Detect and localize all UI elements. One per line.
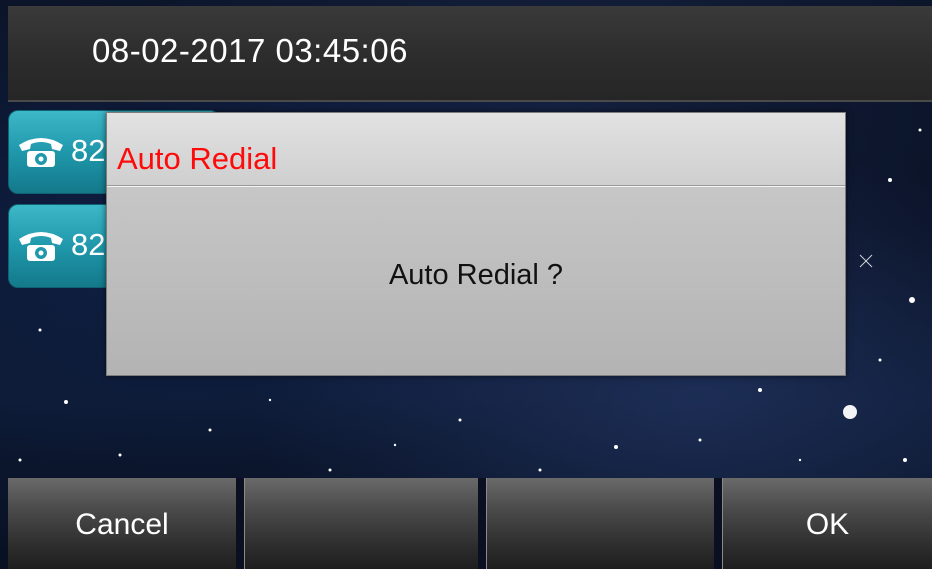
- dialog-title: Auto Redial: [117, 141, 278, 176]
- status-bar: 08-02-2017 03:45:06: [8, 6, 932, 102]
- softkey-bar: Cancel OK: [8, 478, 932, 569]
- softkey-divider: [478, 478, 486, 569]
- phone-icon: [16, 133, 66, 174]
- phone-icon: [16, 227, 66, 268]
- softkey-3[interactable]: [486, 478, 714, 569]
- auto-redial-dialog: Auto Redial Auto Redial ?: [106, 112, 846, 376]
- cancel-softkey[interactable]: Cancel: [8, 478, 236, 569]
- datetime: 08-02-2017 03:45:06: [92, 32, 408, 69]
- softkey-divider: [714, 478, 722, 569]
- softkey-divider: [236, 478, 244, 569]
- phone-screen: 08-02-2017 03:45:06 82 82 Auto Redial Au…: [0, 0, 932, 569]
- dialog-divider: [107, 185, 845, 186]
- cancel-softkey-label: Cancel: [75, 508, 169, 541]
- line-key-label: 82: [71, 133, 106, 168]
- softkey-2[interactable]: [244, 478, 478, 569]
- dialog-message: Auto Redial ?: [388, 259, 564, 291]
- ok-softkey-label: OK: [805, 508, 850, 541]
- line-key-label: 82: [71, 227, 106, 262]
- dialog-title-bar: Auto Redial: [107, 113, 845, 187]
- ok-softkey[interactable]: OK: [722, 478, 932, 569]
